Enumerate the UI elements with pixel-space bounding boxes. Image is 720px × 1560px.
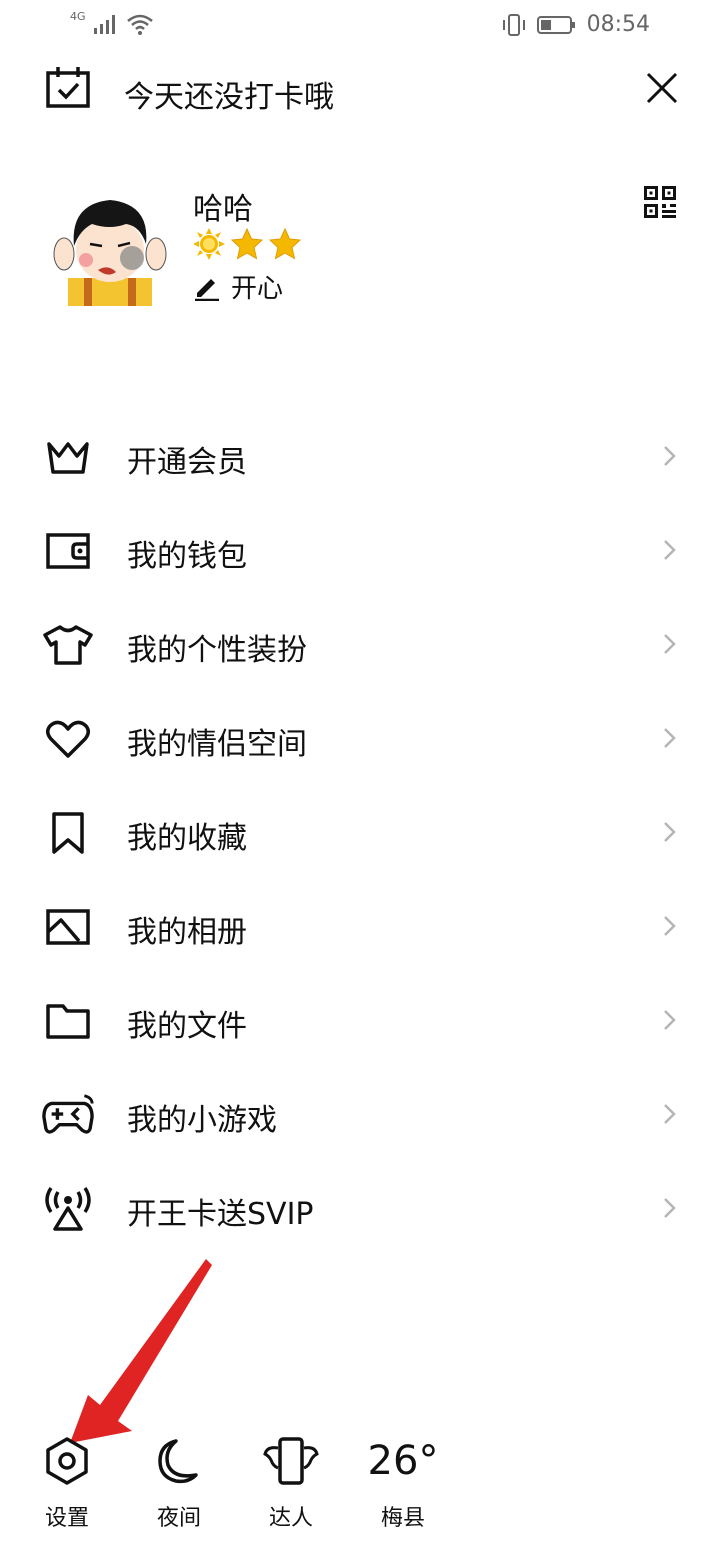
chevron-right-icon bbox=[664, 1198, 676, 1218]
menu-item-label: 我的收藏 bbox=[127, 821, 247, 856]
menu-item-minigames[interactable]: 我的小游戏 bbox=[0, 1068, 720, 1162]
night-mode-button[interactable]: 夜间 bbox=[129, 1430, 229, 1532]
qr-code-icon[interactable] bbox=[644, 186, 676, 218]
close-icon[interactable] bbox=[644, 70, 680, 106]
network-type: 4G bbox=[70, 9, 86, 23]
chevron-right-icon bbox=[664, 446, 676, 466]
wallet-icon bbox=[46, 533, 90, 569]
status-time: 08:54 bbox=[586, 12, 650, 37]
calendar-check-icon bbox=[46, 67, 90, 108]
mood-row[interactable]: 开心 bbox=[193, 268, 283, 305]
folder-icon bbox=[46, 1004, 90, 1039]
menu-item-label: 我的个性装扮 bbox=[127, 633, 307, 668]
chevron-right-icon bbox=[664, 728, 676, 748]
menu-item-label: 我的小游戏 bbox=[127, 1103, 277, 1138]
vibrate-icon bbox=[502, 13, 525, 36]
menu-item-wallet[interactable]: 我的钱包 bbox=[0, 504, 720, 598]
expert-label: 达人 bbox=[268, 1506, 313, 1531]
settings-label: 设置 bbox=[44, 1506, 89, 1531]
image-icon bbox=[46, 909, 90, 945]
chevron-right-icon bbox=[664, 916, 676, 936]
star-level-icon bbox=[231, 228, 263, 260]
winged-phone-icon bbox=[263, 1437, 319, 1485]
chevron-right-icon bbox=[664, 634, 676, 654]
crown-icon bbox=[47, 442, 89, 474]
menu-item-vip[interactable]: 开通会员 bbox=[0, 410, 720, 504]
menu-item-couple-space[interactable]: 我的情侣空间 bbox=[0, 692, 720, 786]
menu-item-album[interactable]: 我的相册 bbox=[0, 880, 720, 974]
menu-item-label: 我的文件 bbox=[127, 1009, 247, 1044]
chevron-right-icon bbox=[664, 1010, 676, 1030]
level-badges[interactable] bbox=[193, 228, 301, 260]
cell-signal-icon bbox=[93, 15, 115, 34]
status-right: 08:54 bbox=[501, 12, 650, 37]
avatar[interactable] bbox=[50, 186, 170, 306]
menu-item-label: 我的情侣空间 bbox=[127, 727, 307, 762]
chevron-right-icon bbox=[664, 540, 676, 560]
username[interactable]: 哈哈 bbox=[193, 184, 253, 228]
moon-icon bbox=[158, 1439, 198, 1484]
menu-item-label: 开通会员 bbox=[127, 445, 247, 480]
weather-button[interactable]: 26° 梅县 bbox=[353, 1430, 453, 1532]
menu-item-label: 我的相册 bbox=[127, 915, 247, 950]
checkin-text: 今天还没打卡哦 bbox=[124, 80, 334, 115]
city-label: 梅县 bbox=[380, 1506, 425, 1531]
night-mode-label: 夜间 bbox=[156, 1506, 201, 1531]
menu-list: 开通会员 我的钱包 我的个性装扮 我的情侣空间 我的收藏 我的相册 我的文件 我… bbox=[0, 410, 720, 1256]
menu-item-king-card[interactable]: 开王卡送SVIP bbox=[0, 1162, 720, 1256]
settings-button[interactable]: 设置 bbox=[17, 1430, 117, 1532]
menu-item-files[interactable]: 我的文件 bbox=[0, 974, 720, 1068]
star-level-icon bbox=[269, 228, 301, 260]
checkin-row[interactable]: 今天还没打卡哦 bbox=[46, 66, 680, 116]
battery-icon bbox=[536, 15, 575, 34]
menu-item-label: 我的钱包 bbox=[127, 539, 247, 574]
temperature: 26° bbox=[367, 1438, 439, 1484]
tshirt-icon bbox=[43, 625, 93, 665]
signal-tower-icon bbox=[45, 1187, 91, 1231]
mood-text: 开心 bbox=[231, 274, 284, 304]
annotation-arrow bbox=[70, 1259, 212, 1443]
expert-button[interactable]: 达人 bbox=[241, 1430, 341, 1532]
menu-item-label: 开王卡送SVIP bbox=[127, 1197, 314, 1232]
settings-hexagon-icon bbox=[46, 1437, 88, 1485]
status-bar: 4G 08:54 bbox=[0, 0, 720, 56]
sun-level-icon bbox=[193, 228, 225, 260]
heart-icon bbox=[46, 720, 90, 758]
chevron-right-icon bbox=[664, 822, 676, 842]
bookmark-icon bbox=[52, 812, 84, 854]
wifi-icon bbox=[126, 14, 153, 35]
menu-item-personalization[interactable]: 我的个性装扮 bbox=[0, 598, 720, 692]
chevron-right-icon bbox=[664, 1104, 676, 1124]
gamepad-icon bbox=[42, 1094, 94, 1134]
edit-pencil-icon bbox=[195, 278, 219, 301]
bottom-bar: 设置 夜间 达人 26° 梅县 bbox=[0, 1430, 720, 1540]
status-left: 4G bbox=[70, 9, 154, 36]
menu-item-favorites[interactable]: 我的收藏 bbox=[0, 786, 720, 880]
